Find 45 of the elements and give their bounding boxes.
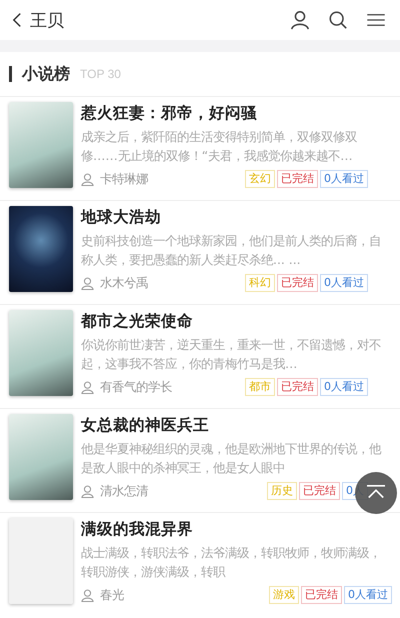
book-summary: 战士满级，转职法爷，法爷满级，转职牧师，牧师满级，转职游侠，游侠满级，转职 <box>81 544 382 581</box>
book-title[interactable]: 地球大浩劫 <box>81 206 392 228</box>
book-summary: 史前科技创造一个地球新家园，他们是前人类的后裔，自称人类，要把愚蠢的新人类赶尽杀绝... ... <box>81 232 382 269</box>
book-tag: 0人看过 <box>320 274 368 292</box>
book-tag: 0人看过 <box>320 378 368 396</box>
book-tag: 已完结 <box>277 274 318 292</box>
book-tag: 已完结 <box>277 170 318 188</box>
author-name: 水木兮禹 <box>100 274 149 292</box>
author-name: 春光 <box>100 586 125 604</box>
section-title: 小说榜 <box>22 64 70 84</box>
book-cover[interactable] <box>9 414 73 500</box>
book-summary: 你说你前世凄苦，逆天重生，重来一世，不留遗憾，对不起，这事我不答应，你的青梅竹马是我… <box>81 336 382 373</box>
author-name: 有香气的学长 <box>100 378 173 396</box>
book-tag: 0人看过 <box>320 170 368 188</box>
book-tag: 游戏 <box>269 586 299 604</box>
person-icon <box>81 276 94 290</box>
book-summary: 他是华夏神秘组织的灵魂，他是欧洲地下世界的传说，他是敌人眼中的杀神冥王，他是女人眼中 <box>81 440 382 477</box>
search-icon[interactable] <box>328 10 348 30</box>
section-marker <box>9 66 12 82</box>
person-icon <box>81 172 94 186</box>
book-summary: 成亲之后，紫阡陌的生活变得特别简单，双修双修双修……无止境的双修！“夫君，我感觉你越来越不… <box>81 128 358 165</box>
book-cover[interactable] <box>9 102 73 188</box>
back-chevron-icon[interactable] <box>12 12 22 28</box>
book-title[interactable]: 惹火狂妻：邪帝，好闷骚 <box>81 102 392 124</box>
book-tag: 已完结 <box>277 378 318 396</box>
book-tag: 已完结 <box>301 586 342 604</box>
book-cover[interactable] <box>9 310 73 396</box>
book-tag: 玄幻 <box>245 170 275 188</box>
book-tag: 0人看过 <box>344 586 392 604</box>
book-tag: 已完结 <box>299 482 340 500</box>
book-title[interactable]: 满级的我混异界 <box>81 518 392 540</box>
author-name: 清水怎清 <box>100 482 149 500</box>
book-title[interactable]: 女总裁的神医兵王 <box>81 414 392 436</box>
book-tag: 科幻 <box>245 274 275 292</box>
person-icon <box>81 588 94 602</box>
book-cover[interactable] <box>9 206 73 292</box>
book-title[interactable]: 都市之光荣使命 <box>81 310 392 332</box>
book-tag: 都市 <box>245 378 275 396</box>
person-icon <box>81 380 94 394</box>
person-icon <box>81 484 94 498</box>
user-icon[interactable] <box>290 10 310 30</box>
book-tag: 历史 <box>267 482 297 500</box>
back-button[interactable]: 王贝 <box>12 8 64 32</box>
author-name: 卡特琳娜 <box>100 170 149 188</box>
menu-icon[interactable] <box>366 13 386 27</box>
